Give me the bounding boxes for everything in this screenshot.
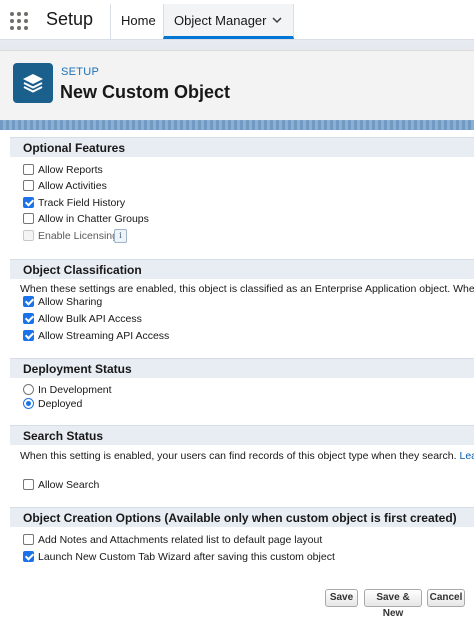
checkbox-label: Allow in Chatter Groups bbox=[38, 212, 149, 226]
checkbox-label: Allow Sharing bbox=[38, 295, 102, 309]
checkbox-disabled bbox=[23, 230, 34, 241]
checkbox[interactable] bbox=[23, 164, 34, 175]
radio-button-selected[interactable] bbox=[23, 398, 34, 409]
checkbox-checked[interactable] bbox=[23, 330, 34, 341]
radio-label: Deployed bbox=[38, 397, 82, 411]
checkbox-label: Allow Search bbox=[38, 478, 99, 492]
tab-object-manager-label: Object Manager bbox=[174, 13, 267, 28]
section-search-status: Search Status bbox=[10, 425, 474, 445]
checkbox[interactable] bbox=[23, 479, 34, 490]
breadcrumb-setup: SETUP bbox=[61, 66, 99, 78]
save-button[interactable]: Save bbox=[325, 589, 358, 607]
learn-more-link[interactable]: Learn mo bbox=[460, 450, 474, 462]
section-optional-features: Optional Features bbox=[10, 137, 474, 157]
section-object-creation-options: Object Creation Options (Available only … bbox=[10, 507, 474, 527]
checkbox[interactable] bbox=[23, 534, 34, 545]
radio-label: In Development bbox=[38, 383, 112, 397]
checkbox-checked[interactable] bbox=[23, 313, 34, 324]
checkbox[interactable] bbox=[23, 180, 34, 191]
search-description: When this setting is enabled, your users… bbox=[20, 450, 474, 462]
tab-home[interactable]: Home bbox=[110, 4, 163, 39]
layers-icon bbox=[13, 63, 53, 103]
checkbox-label: Track Field History bbox=[38, 196, 125, 210]
checkbox-label: Enable Licensing bbox=[38, 229, 118, 243]
tab-home-label: Home bbox=[121, 13, 156, 28]
checkbox-checked[interactable] bbox=[23, 296, 34, 307]
checkbox-label: Allow Streaming API Access bbox=[38, 329, 169, 343]
save-and-new-button[interactable]: Save & New bbox=[364, 589, 422, 607]
checkbox-label: Allow Activities bbox=[38, 179, 107, 193]
page-title: New Custom Object bbox=[60, 82, 230, 103]
section-deployment-status: Deployment Status bbox=[10, 358, 474, 378]
checkbox-label: Allow Reports bbox=[38, 163, 103, 177]
search-description-text: When this setting is enabled, your users… bbox=[20, 450, 457, 462]
header-divider bbox=[0, 120, 474, 130]
checkbox-checked[interactable] bbox=[23, 197, 34, 208]
classification-description: When these settings are enabled, this ob… bbox=[20, 283, 474, 295]
checkbox-checked[interactable] bbox=[23, 551, 34, 562]
app-name: Setup bbox=[46, 9, 93, 30]
tab-object-manager[interactable]: Object Manager bbox=[163, 4, 294, 39]
checkbox-label: Allow Bulk API Access bbox=[38, 312, 142, 326]
section-object-classification: Object Classification bbox=[10, 259, 474, 279]
app-launcher-icon[interactable] bbox=[10, 12, 28, 30]
top-navigation: Setup Home Object Manager bbox=[0, 0, 474, 40]
checkbox[interactable] bbox=[23, 213, 34, 224]
checkbox-label: Add Notes and Attachments related list t… bbox=[38, 533, 322, 547]
info-icon[interactable]: i bbox=[114, 229, 127, 243]
checkbox-label: Launch New Custom Tab Wizard after savin… bbox=[38, 550, 335, 564]
cancel-button[interactable]: Cancel bbox=[427, 589, 465, 607]
radio-button[interactable] bbox=[23, 384, 34, 395]
